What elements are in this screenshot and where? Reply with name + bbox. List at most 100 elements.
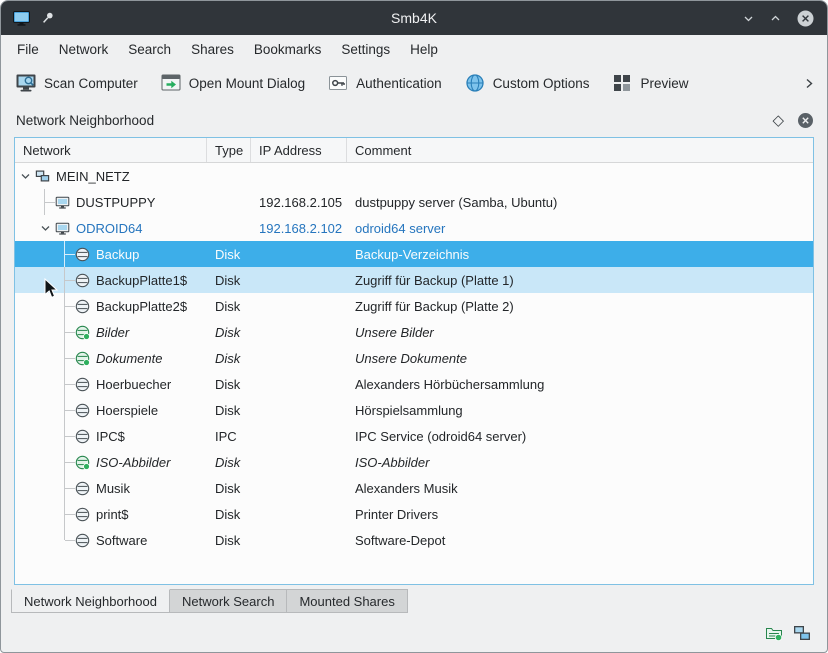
entry-name: Software <box>96 533 147 548</box>
tree-guide <box>35 189 55 215</box>
cell-ip-address <box>251 267 347 293</box>
tree-guide <box>15 397 35 423</box>
menu-item-help[interactable]: Help <box>400 38 448 61</box>
menu-item-bookmarks[interactable]: Bookmarks <box>244 38 332 61</box>
toolbar-button-custom-options[interactable]: Custom Options <box>462 68 592 98</box>
cell-type: Disk <box>207 397 251 423</box>
close-button[interactable] <box>796 9 815 28</box>
menubar: FileNetworkSearchSharesBookmarksSettings… <box>1 35 827 63</box>
cell-comment: Zugriff für Backup (Platte 1) <box>347 267 813 293</box>
tree-row-hoerbuecher[interactable]: HoerbuecherDiskAlexanders Hörbüchersamml… <box>15 371 813 397</box>
share-mounted-icon <box>75 351 90 366</box>
column-header-ip-address[interactable]: IP Address <box>251 138 347 162</box>
tree-row-backupplatte2[interactable]: BackupPlatte2$DiskZugriff für Backup (Pl… <box>15 293 813 319</box>
tree-guide <box>15 345 35 371</box>
expander-icon[interactable] <box>15 163 35 189</box>
tree-guide <box>55 449 75 475</box>
network-neighborhood-tree: NetworkTypeIP AddressComment MEIN_NETZ DU… <box>14 137 814 585</box>
entry-name: Bilder <box>96 325 129 340</box>
cell-comment: Unsere Bilder <box>347 319 813 345</box>
entry-name: IPC$ <box>96 429 125 444</box>
toolbar: Scan Computer Open Mount Dialog Authentica… <box>1 63 827 103</box>
tree-row-ipc[interactable]: IPC$IPCIPC Service (odroid64 server) <box>15 423 813 449</box>
cell-type: Disk <box>207 371 251 397</box>
cell-network: ODROID64 <box>15 215 207 241</box>
tree-row-dustpuppy[interactable]: DUSTPUPPY192.168.2.105dustpuppy server (… <box>15 189 813 215</box>
toolbar-button-open-mount-dialog[interactable]: Open Mount Dialog <box>158 68 307 98</box>
tree-guide <box>35 423 55 449</box>
tree-row-iso-abbilder[interactable]: ISO-AbbilderDiskISO-Abbilder <box>15 449 813 475</box>
tree-row-print[interactable]: print$DiskPrinter Drivers <box>15 501 813 527</box>
entry-name: DUSTPUPPY <box>76 195 155 210</box>
column-header-comment[interactable]: Comment <box>347 138 813 162</box>
tree-row-software[interactable]: SoftwareDiskSoftware-Depot <box>15 527 813 553</box>
cell-network: Musik <box>15 475 207 501</box>
menu-item-file[interactable]: File <box>7 38 49 61</box>
statusbar <box>1 613 827 652</box>
entry-name: print$ <box>96 507 129 522</box>
entry-name: ODROID64 <box>76 221 142 236</box>
cell-ip-address <box>251 293 347 319</box>
entry-name: Hoerspiele <box>96 403 158 418</box>
float-diamond-icon[interactable]: ◇ <box>772 111 784 129</box>
open-mount-dialog-icon <box>160 72 182 94</box>
cell-comment: Backup-Verzeichnis <box>347 241 813 267</box>
toolbar-overflow-button[interactable] <box>802 77 815 90</box>
tree-guide <box>35 397 55 423</box>
cell-ip-address <box>251 371 347 397</box>
cell-type: Disk <box>207 345 251 371</box>
toolbar-button-label: Open Mount Dialog <box>189 76 305 91</box>
tree-guide <box>55 267 75 293</box>
menu-item-shares[interactable]: Shares <box>181 38 244 61</box>
tree-row-backup[interactable]: BackupDiskBackup-Verzeichnis <box>15 241 813 267</box>
tab-network-neighborhood[interactable]: Network Neighborhood <box>11 589 170 613</box>
authentication-icon <box>327 72 349 94</box>
toolbar-button-preview[interactable]: Preview <box>609 68 690 98</box>
tree-row-hoerspiele[interactable]: HoerspieleDiskHörspielsammlung <box>15 397 813 423</box>
tab-mounted-shares[interactable]: Mounted Shares <box>287 589 407 613</box>
mounted-share-status-icon <box>765 624 783 642</box>
expander-icon[interactable] <box>35 215 55 241</box>
tree-guide <box>35 501 55 527</box>
entry-name: Hoerbuecher <box>96 377 171 392</box>
cell-network: Hoerspiele <box>15 397 207 423</box>
menu-item-search[interactable]: Search <box>118 38 181 61</box>
column-header-network[interactable]: Network <box>15 138 207 162</box>
tree-guide <box>55 397 75 423</box>
titlebar[interactable]: Smb4K <box>1 1 827 35</box>
tree-guide <box>55 319 75 345</box>
cell-ip-address <box>251 423 347 449</box>
cell-type: Disk <box>207 501 251 527</box>
tree-guide <box>35 267 55 293</box>
dock-close-icon[interactable] <box>797 112 814 129</box>
toolbar-button-scan-computer[interactable]: Scan Computer <box>13 68 140 98</box>
menu-item-network[interactable]: Network <box>49 38 119 61</box>
tree-row-musik[interactable]: MusikDiskAlexanders Musik <box>15 475 813 501</box>
column-header-type[interactable]: Type <box>207 138 251 162</box>
tree-row-mein-netz[interactable]: MEIN_NETZ <box>15 163 813 189</box>
cell-ip-address: 192.168.2.105 <box>251 189 347 215</box>
bottom-tabbar: Network NeighborhoodNetwork SearchMounte… <box>11 589 827 613</box>
server-icon <box>55 195 70 210</box>
menu-item-settings[interactable]: Settings <box>331 38 400 61</box>
tab-network-search[interactable]: Network Search <box>170 589 287 613</box>
tree-guide <box>15 267 35 293</box>
entry-name: ISO-Abbilder <box>96 455 170 470</box>
toolbar-button-authentication[interactable]: Authentication <box>325 68 444 98</box>
cell-comment: Software-Depot <box>347 527 813 553</box>
tree-row-backupplatte1[interactable]: BackupPlatte1$DiskZugriff für Backup (Pl… <box>15 267 813 293</box>
cell-ip-address <box>251 241 347 267</box>
tree-row-odroid64[interactable]: ODROID64192.168.2.102odroid64 server <box>15 215 813 241</box>
tree-guide <box>55 501 75 527</box>
cell-ip-address <box>251 501 347 527</box>
tree-row-bilder[interactable]: BilderDiskUnsere Bilder <box>15 319 813 345</box>
tree-guide <box>15 215 35 241</box>
entry-name: Musik <box>96 481 130 496</box>
cell-type <box>207 189 251 215</box>
maximize-button[interactable] <box>769 12 782 25</box>
pin-icon[interactable] <box>41 11 55 25</box>
minimize-button[interactable] <box>742 12 755 25</box>
cell-network: Hoerbuecher <box>15 371 207 397</box>
cell-network: ISO-Abbilder <box>15 449 207 475</box>
tree-row-dokumente[interactable]: DokumenteDiskUnsere Dokumente <box>15 345 813 371</box>
